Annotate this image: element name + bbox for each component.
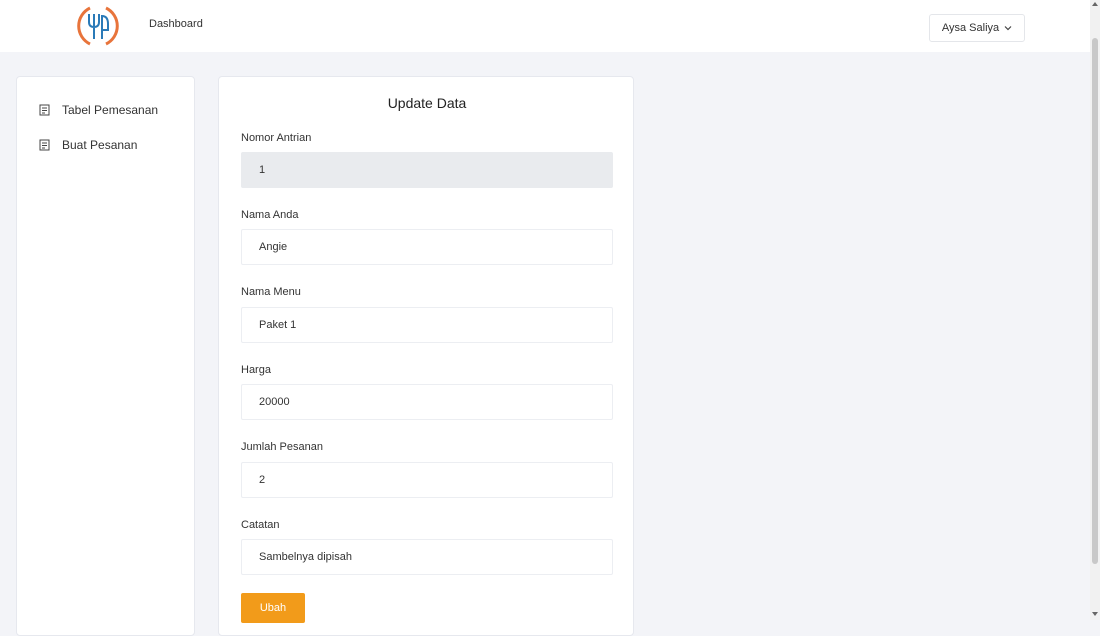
harga-label: Harga xyxy=(241,364,271,376)
chevron-down-icon xyxy=(1004,26,1012,31)
receipt-icon xyxy=(39,139,50,151)
scrollbar-thumb[interactable] xyxy=(1092,38,1098,564)
catatan-label: Catatan xyxy=(241,519,280,531)
nav-dashboard-link[interactable]: Dashboard xyxy=(149,18,203,30)
jumlah-pesanan-input[interactable] xyxy=(241,462,613,498)
sidebar: Tabel Pemesanan Buat Pesanan xyxy=(16,76,195,636)
nama-menu-label: Nama Menu xyxy=(241,286,301,298)
harga-input[interactable] xyxy=(241,384,613,420)
user-menu-dropdown[interactable]: Aysa Saliya xyxy=(929,14,1025,42)
fork-knife-logo-icon[interactable] xyxy=(76,4,120,48)
update-form-card: Update Data Nomor Antrian Nama Anda Nama… xyxy=(218,76,634,636)
sidebar-item-buat-pesanan[interactable]: Buat Pesanan xyxy=(39,136,137,154)
ubah-button[interactable]: Ubah xyxy=(241,593,305,623)
nomor-antrian-label: Nomor Antrian xyxy=(241,132,312,144)
jumlah-pesanan-label: Jumlah Pesanan xyxy=(241,441,323,453)
sidebar-item-label: Buat Pesanan xyxy=(62,138,138,152)
top-navbar: Dashboard Aysa Saliya xyxy=(0,0,1090,52)
user-name: Aysa Saliya xyxy=(941,22,1000,34)
form-title: Update Data xyxy=(387,95,467,111)
scroll-up-arrow-icon[interactable] xyxy=(1092,2,1098,6)
receipt-icon xyxy=(39,104,50,116)
sidebar-item-tabel-pemesanan[interactable]: Tabel Pemesanan xyxy=(39,101,158,119)
catatan-input[interactable] xyxy=(241,539,613,575)
nama-anda-input[interactable] xyxy=(241,229,613,265)
nama-anda-label: Nama Anda xyxy=(241,209,299,221)
nama-menu-input[interactable] xyxy=(241,307,613,343)
scroll-down-arrow-icon[interactable] xyxy=(1092,612,1098,616)
sidebar-item-label: Tabel Pemesanan xyxy=(62,103,159,117)
nomor-antrian-input xyxy=(241,152,613,188)
